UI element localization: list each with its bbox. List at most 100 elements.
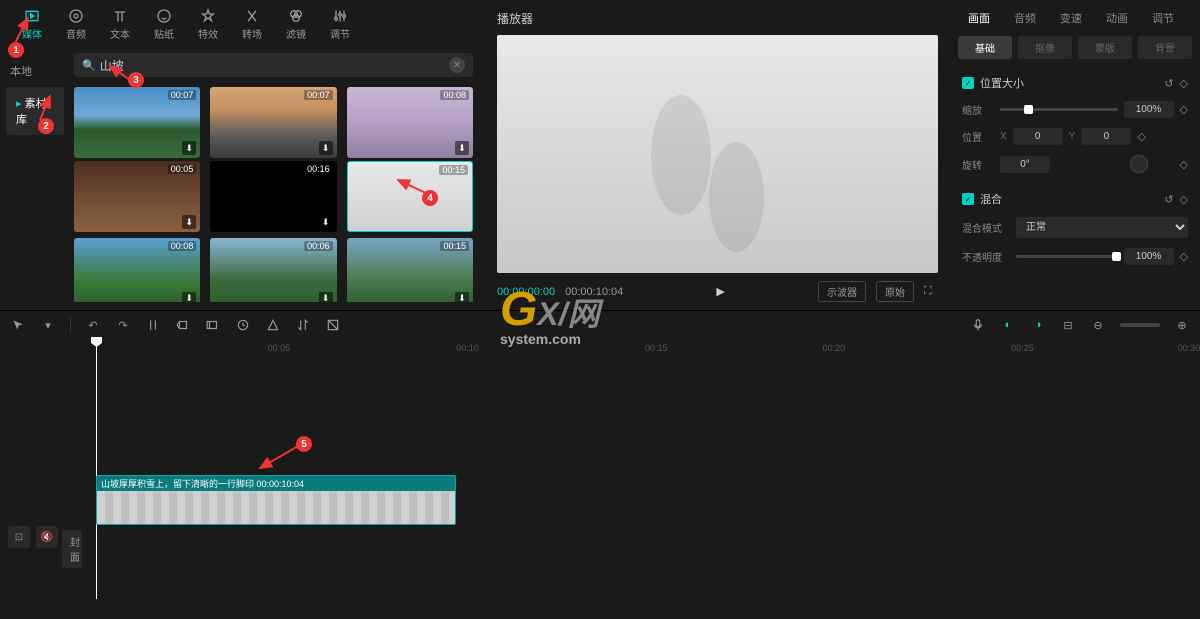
undo-icon[interactable]: ↶ — [85, 317, 101, 333]
zoom-out-icon[interactable]: ⊖ — [1090, 317, 1106, 333]
media-thumb[interactable]: 00:15⬇ — [347, 238, 473, 302]
download-icon[interactable]: ⬇ — [319, 292, 333, 302]
tab-audio[interactable]: 音频 — [54, 4, 98, 45]
original-button[interactable]: 原始 — [876, 281, 914, 302]
split-icon[interactable] — [145, 317, 161, 333]
media-duration: 00:06 — [304, 241, 333, 251]
preview-panel: 播放器 00:00:00:00 00:00:10:04 ▶ 示波器 原始 ⛶ — [485, 0, 950, 310]
reset-icon[interactable]: ↺ — [1164, 193, 1173, 206]
tab-adjust[interactable]: 调节 — [318, 4, 362, 45]
checkbox-position[interactable]: ✓ — [962, 77, 974, 89]
scope-button[interactable]: 示波器 — [818, 281, 866, 302]
timeline-clip[interactable]: 山坡厚厚积雪上，留下清晰的一行脚印 00:00:10:04 — [96, 475, 456, 525]
tab-sticker[interactable]: 贴纸 — [142, 4, 186, 45]
keyframe-icon[interactable]: ◇ — [1180, 250, 1188, 263]
keyframe-icon[interactable]: ◇ — [1137, 130, 1145, 143]
search-bar[interactable]: 🔍 ✕ — [74, 53, 473, 77]
filter-icon — [287, 8, 305, 24]
keyframe-icon[interactable]: ◇ — [1180, 158, 1188, 171]
keyframe-icon[interactable]: ◇ — [1180, 103, 1188, 116]
tab-filter[interactable]: 滤镜 — [274, 4, 318, 45]
reset-icon[interactable]: ↺ — [1164, 77, 1173, 90]
redo-icon[interactable]: ↷ — [115, 317, 131, 333]
props-tab-adjust[interactable]: 调节 — [1142, 6, 1184, 30]
props-tab-audio[interactable]: 音频 — [1004, 6, 1046, 30]
rotation-value[interactable] — [1000, 156, 1050, 173]
download-icon[interactable]: ⬇ — [455, 292, 469, 302]
cover-button[interactable]: 封面 — [62, 530, 82, 568]
freeze-icon[interactable] — [235, 317, 251, 333]
fullscreen-icon[interactable]: ⛶ — [924, 285, 938, 298]
delete-right-icon[interactable] — [205, 317, 221, 333]
props-tab-speed[interactable]: 变速 — [1050, 6, 1092, 30]
zoom-in-icon[interactable]: ⊕ — [1174, 317, 1190, 333]
chevron-down-icon[interactable]: ▾ — [40, 317, 56, 333]
download-icon[interactable]: ⬇ — [182, 292, 196, 302]
keyframe-icon[interactable]: ◇ — [1180, 77, 1188, 90]
mic-icon[interactable] — [970, 317, 986, 333]
side-tabs: 本地 ▸ 素材库 — [0, 45, 70, 310]
keyframe-icon[interactable]: ◇ — [1180, 193, 1188, 206]
transition-icon — [243, 8, 261, 24]
timeline-track-area[interactable]: 山坡厚厚积雪上，留下清晰的一行脚印 00:00:10:04 — [90, 359, 1200, 619]
tab-label: 贴纸 — [154, 26, 174, 41]
props-subtab-basic[interactable]: 基础 — [958, 36, 1012, 59]
media-duration: 00:08 — [168, 241, 197, 251]
media-duration: 00:07 — [168, 90, 197, 100]
track-mute-icon[interactable]: 🔇 — [36, 526, 58, 548]
timecode-current: 00:00:00:00 — [497, 286, 555, 298]
opacity-slider[interactable] — [1016, 255, 1118, 258]
media-thumb[interactable]: 00:07⬇ — [210, 87, 336, 158]
media-thumb[interactable]: 00:05⬇ — [74, 161, 200, 232]
mirror-icon[interactable] — [325, 317, 341, 333]
delete-left-icon[interactable] — [175, 317, 191, 333]
scale-slider[interactable] — [1000, 108, 1118, 111]
ruler-tick: 00:20 — [823, 343, 846, 353]
scale-value[interactable] — [1124, 101, 1174, 118]
props-subtab-bg[interactable]: 背景 — [1138, 36, 1192, 59]
rotation-dial[interactable] — [1130, 155, 1148, 173]
download-icon[interactable]: ⬇ — [182, 215, 196, 229]
tab-media[interactable]: 媒体 — [10, 4, 54, 45]
media-thumb[interactable]: 00:08 ⬇ — [74, 238, 200, 302]
download-icon[interactable]: ⬇ — [319, 215, 333, 229]
props-subtab-mask[interactable]: 蒙版 — [1078, 36, 1132, 59]
blend-mode-select[interactable]: 正常 — [1016, 217, 1188, 238]
preview-cut-icon[interactable]: ⊟ — [1060, 317, 1076, 333]
side-tab-local[interactable]: 本地 — [0, 55, 70, 87]
preview-viewport[interactable] — [497, 35, 938, 273]
props-subtab-cutout[interactable]: 抠像 — [1018, 36, 1072, 59]
download-icon[interactable]: ⬇ — [182, 141, 196, 155]
play-button[interactable]: ▶ — [716, 285, 724, 298]
tab-effect[interactable]: 特效 — [186, 4, 230, 45]
media-thumb[interactable]: 00:08⬇ — [347, 87, 473, 158]
tab-transition[interactable]: 转场 — [230, 4, 274, 45]
link-on-icon[interactable]: ◑ — [1030, 317, 1046, 333]
props-tab-video[interactable]: 画面 — [958, 6, 1000, 30]
search-input[interactable] — [100, 58, 449, 72]
download-icon[interactable]: ⬇ — [319, 141, 333, 155]
media-icon — [23, 8, 41, 24]
reverse-icon[interactable] — [295, 317, 311, 333]
position-label: 位置 — [962, 129, 994, 144]
media-thumb[interactable]: 00:07 ⬇ — [74, 87, 200, 158]
media-thumb[interactable]: 00:06 ⬇ — [210, 238, 336, 302]
side-tab-library[interactable]: ▸ 素材库 — [6, 87, 64, 135]
search-clear-icon[interactable]: ✕ — [449, 57, 465, 73]
media-thumb[interactable]: 00:16⬇ — [210, 161, 336, 232]
zoom-slider[interactable] — [1120, 323, 1160, 327]
timeline-ruler[interactable]: 00:05 00:10 00:15 00:20 00:25 00:30 — [90, 339, 1200, 359]
props-tab-anim[interactable]: 动画 — [1096, 6, 1138, 30]
pos-x-value[interactable] — [1013, 128, 1063, 145]
download-icon[interactable]: ⬇ — [455, 141, 469, 155]
crop-icon[interactable] — [265, 317, 281, 333]
checkbox-blend[interactable]: ✓ — [962, 193, 974, 205]
pos-y-value[interactable] — [1081, 128, 1131, 145]
opacity-value[interactable] — [1124, 248, 1174, 265]
media-thumb-selected[interactable]: 00:15 — [347, 161, 473, 232]
ruler-tick: 00:05 — [268, 343, 291, 353]
select-tool[interactable] — [10, 317, 26, 333]
track-toggle-icon[interactable]: ⊡ — [8, 526, 30, 548]
tab-text[interactable]: 文本 — [98, 4, 142, 45]
magnet-on-icon[interactable]: ◐ — [1000, 317, 1016, 333]
